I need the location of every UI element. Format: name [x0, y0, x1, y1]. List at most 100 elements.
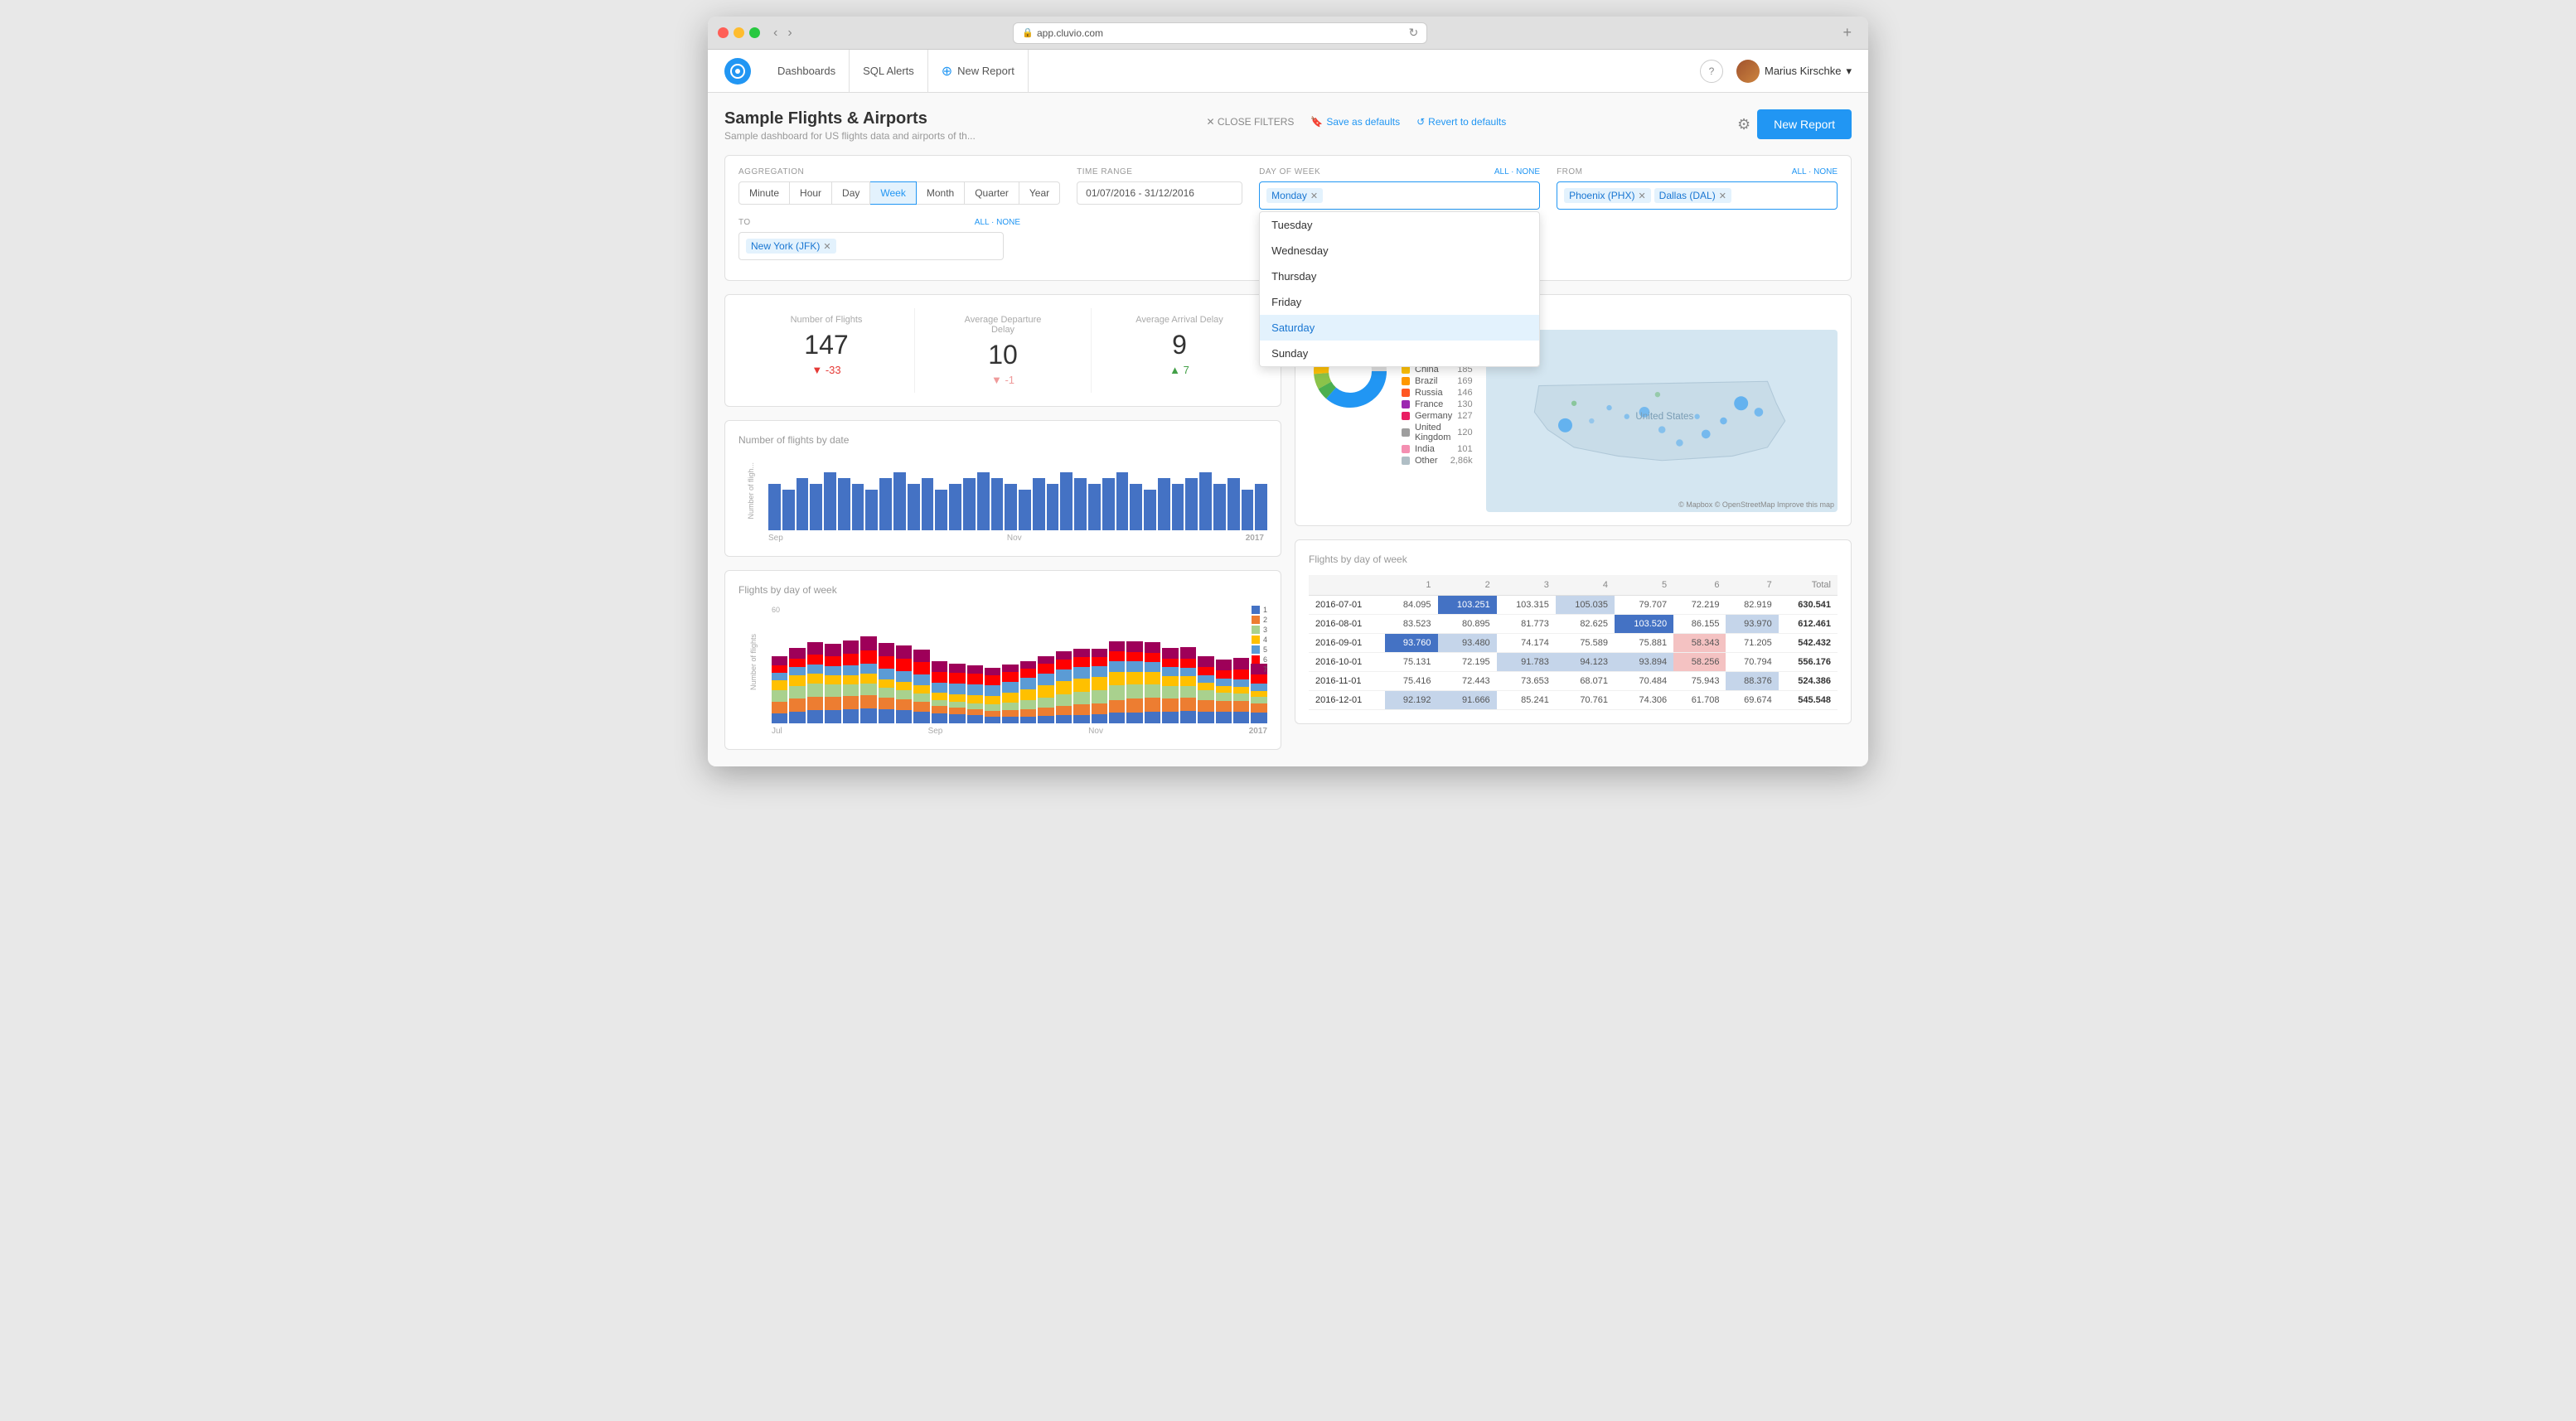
help-button[interactable]: ?	[1700, 60, 1723, 83]
stack-segment	[1056, 694, 1072, 706]
flights-dow-table: 1 2 3 4 5 6 7 Total	[1309, 575, 1838, 710]
agg-quarter[interactable]: Quarter	[965, 181, 1019, 205]
user-chevron-icon: ▾	[1846, 65, 1852, 78]
bar	[1102, 478, 1115, 530]
url-bar[interactable]: 🔒 app.cluvio.com ↻	[1013, 22, 1427, 44]
nav-dashboards[interactable]: Dashboards	[764, 50, 850, 93]
minimize-button[interactable]	[734, 27, 744, 38]
stack-segment	[825, 644, 840, 656]
stack-column	[949, 616, 965, 723]
close-button[interactable]	[718, 27, 729, 38]
to-all-none[interactable]: ALL · NONE	[975, 218, 1020, 227]
flights-dow-chart-title: Flights by day of week	[738, 584, 1267, 596]
revert-defaults-button[interactable]: ↺ Revert to defaults	[1416, 116, 1506, 128]
stack-segment	[772, 673, 787, 680]
dow-tag-input[interactable]: Monday ✕	[1259, 181, 1540, 210]
maximize-button[interactable]	[749, 27, 760, 38]
nav-sql-alerts[interactable]: SQL Alerts	[850, 50, 928, 93]
bar	[865, 490, 878, 530]
stack-segment	[825, 710, 840, 723]
stack-segment	[843, 709, 859, 723]
stack-segment	[913, 674, 929, 685]
cell-2: 91.666	[1438, 691, 1497, 710]
bar-chart	[768, 456, 1267, 530]
to-tag-input[interactable]: New York (JFK) ✕	[738, 232, 1004, 260]
forward-button[interactable]: ›	[784, 24, 795, 42]
from-tag-input[interactable]: Phoenix (PHX) ✕ Dallas (DAL) ✕	[1557, 181, 1838, 210]
from-dal-remove[interactable]: ✕	[1719, 191, 1726, 201]
stack-segment	[985, 685, 1000, 696]
agg-minute[interactable]: Minute	[738, 181, 790, 205]
close-filters-button[interactable]: ✕ CLOSE FILTERS	[1207, 116, 1295, 128]
stack-segment	[1020, 689, 1036, 700]
back-button[interactable]: ‹	[770, 24, 781, 42]
stack-segment	[1020, 661, 1036, 669]
bar	[1213, 484, 1226, 530]
flights-by-date-title: Number of flights by date	[738, 434, 1267, 446]
stack-segment	[1020, 669, 1036, 679]
stack-segment	[1038, 656, 1053, 664]
stack-segment	[1251, 713, 1266, 723]
stack-column	[789, 616, 805, 723]
stack-segment	[1073, 692, 1089, 704]
dow-option-saturday[interactable]: Saturday	[1260, 315, 1539, 341]
kpi-widget: Number of Flights 147 ▼ -33 Average Depa…	[724, 294, 1281, 407]
stack-segment	[985, 668, 1000, 675]
time-range-input[interactable]: 01/07/2016 - 31/12/2016	[1077, 181, 1242, 205]
cell-5: 74.306	[1615, 691, 1673, 710]
legend-de: Germany127	[1402, 411, 1473, 421]
agg-hour[interactable]: Hour	[790, 181, 832, 205]
dow-option-thursday[interactable]: Thursday	[1260, 263, 1539, 289]
save-defaults-button[interactable]: 🔖 Save as defaults	[1310, 116, 1400, 128]
agg-day[interactable]: Day	[832, 181, 870, 205]
dow-option-friday[interactable]: Friday	[1260, 289, 1539, 315]
legend-fr: France130	[1402, 399, 1473, 409]
bar	[922, 478, 934, 530]
stack-segment	[825, 656, 840, 666]
user-menu[interactable]: Marius Kirschke ▾	[1736, 60, 1852, 83]
flights-by-date-widget: Number of flights by date Number of flig…	[724, 420, 1281, 557]
add-tab-button[interactable]: +	[1836, 24, 1858, 41]
dow-all-none[interactable]: ALL · NONE	[1494, 167, 1540, 176]
stack-segment	[1073, 704, 1089, 715]
stack-segment	[860, 664, 876, 674]
stack-segment	[879, 709, 894, 723]
nav-new-report[interactable]: ⊕ New Report	[928, 50, 1029, 93]
from-label: FROM	[1557, 167, 1582, 176]
stack-segment	[1233, 669, 1249, 679]
dow-tag-remove[interactable]: ✕	[1310, 191, 1318, 201]
stack-segment	[807, 674, 823, 684]
stack-segment	[1002, 703, 1018, 710]
stack-segment	[807, 697, 823, 711]
from-all-none[interactable]: ALL · NONE	[1792, 167, 1838, 176]
dow-option-wednesday[interactable]: Wednesday	[1260, 238, 1539, 263]
stack-segment	[1002, 672, 1018, 682]
dow-option-sunday[interactable]: Sunday	[1260, 341, 1539, 366]
stack-segment	[985, 696, 1000, 705]
from-phx-remove[interactable]: ✕	[1638, 191, 1645, 201]
stack-segment	[1233, 694, 1249, 702]
stack-segment	[825, 697, 840, 710]
to-jfk-remove[interactable]: ✕	[823, 241, 830, 252]
save-defaults-label: Save as defaults	[1326, 116, 1400, 128]
cell-2: 103.251	[1438, 596, 1497, 615]
reload-button[interactable]: ↻	[1409, 26, 1419, 40]
stack-segment	[1198, 667, 1213, 675]
cell-5: 103.520	[1615, 615, 1673, 634]
bar	[1047, 484, 1059, 530]
agg-week[interactable]: Week	[870, 181, 916, 205]
stack-column	[967, 616, 983, 723]
dow-option-tuesday[interactable]: Tuesday	[1260, 212, 1539, 238]
agg-month[interactable]: Month	[917, 181, 965, 205]
kpi-departure-delta: ▼ -1	[915, 374, 1091, 386]
stack-segment	[1198, 656, 1213, 667]
new-report-button[interactable]: New Report	[1757, 109, 1852, 139]
dashboard-left: Number of Flights 147 ▼ -33 Average Depa…	[724, 294, 1281, 750]
stack-segment	[985, 704, 1000, 711]
dow-label: DAY OF WEEK	[1259, 167, 1320, 176]
stack-column	[1020, 616, 1036, 723]
agg-year[interactable]: Year	[1019, 181, 1060, 205]
cell-1: 83.523	[1385, 615, 1437, 634]
settings-button[interactable]: ⚙	[1737, 116, 1750, 133]
stack-segment	[1109, 672, 1125, 685]
